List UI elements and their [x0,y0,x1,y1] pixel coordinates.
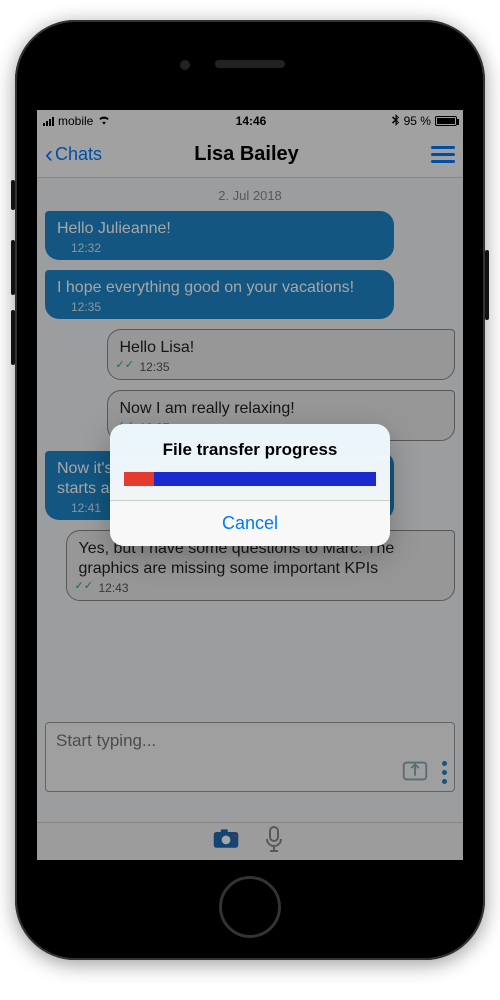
progress-segment-blue [154,472,376,486]
file-transfer-dialog: File transfer progress Cancel [110,424,390,546]
mute-switch [11,180,15,210]
volume-up-button [11,240,15,295]
modal-overlay[interactable]: File transfer progress Cancel [37,110,463,860]
cancel-button[interactable]: Cancel [110,500,390,546]
phone-frame: mobile 14:46 95 % ‹ Chats Lisa Bailey [15,20,485,960]
phone-speaker [215,60,285,68]
power-button [485,250,489,320]
home-button[interactable] [219,876,281,938]
progress-bar [124,472,376,486]
front-camera [180,60,190,70]
dialog-title: File transfer progress [110,424,390,472]
progress-segment-red [124,472,154,486]
volume-down-button [11,310,15,365]
screen: mobile 14:46 95 % ‹ Chats Lisa Bailey [37,110,463,860]
